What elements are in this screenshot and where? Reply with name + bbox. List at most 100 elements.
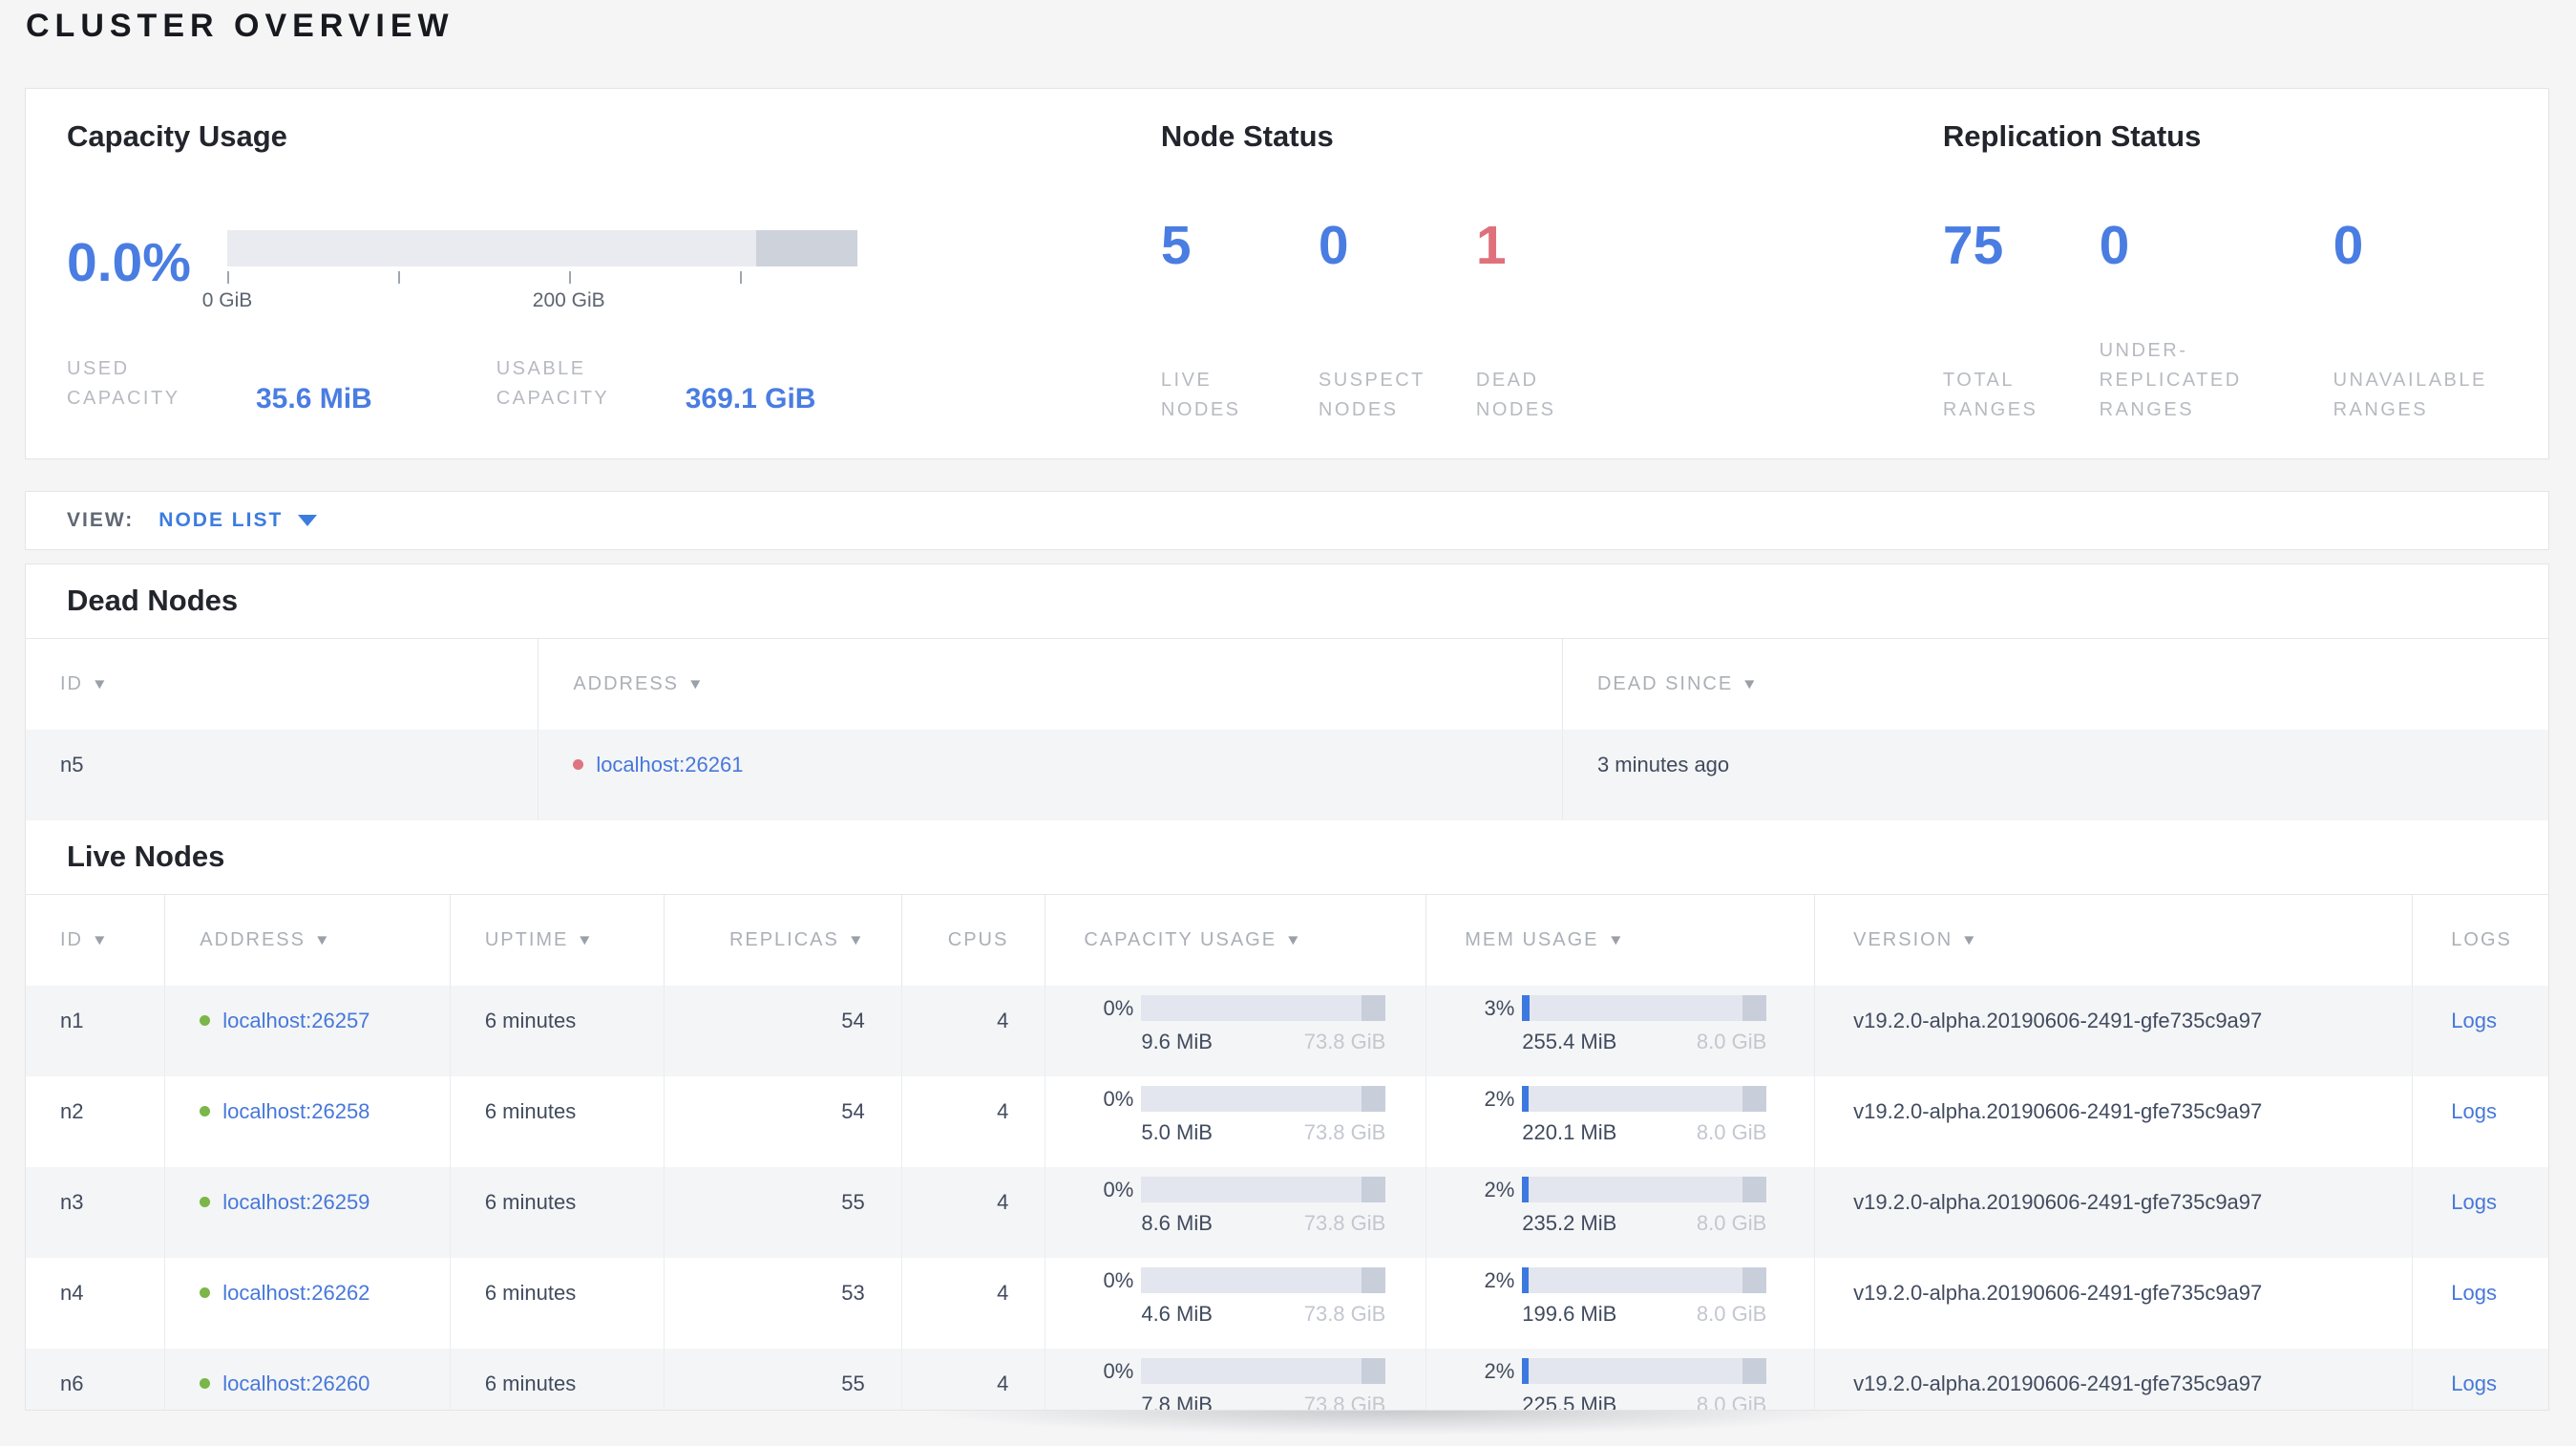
capacity-stats: USED CAPACITY 35.6 MiB USABLE CAPACITY 3…: [67, 354, 816, 415]
node-replicas: 55: [664, 1167, 900, 1258]
live-col-header-version[interactable]: VERSION ▼: [1814, 895, 2412, 986]
dead-node-address-cell: localhost:26261: [538, 730, 1562, 820]
live-status-dot-icon: [200, 1378, 211, 1389]
live-col-header-mem-usage[interactable]: MEM USAGE ▼: [1425, 895, 1814, 986]
total-ranges-label: TOTAL RANGES: [1942, 370, 2038, 420]
logs-link[interactable]: Logs: [2451, 1190, 2497, 1215]
node-replicas: 54: [664, 1076, 900, 1167]
node-status-stats: 5 LIVE NODES 0 SUSPECT NODES 1 DEAD NODE…: [1161, 219, 1943, 425]
sort-desc-icon: ▼: [1607, 932, 1626, 948]
node-address-link[interactable]: localhost:26262: [222, 1281, 370, 1306]
capacity-total-value: 73.8 GiB: [1303, 1211, 1386, 1235]
live-status-dot-icon: [200, 1015, 211, 1026]
mem-usage-bar-reserved-segment: [1742, 1358, 1767, 1384]
node-address-link[interactable]: localhost:26260: [222, 1372, 370, 1396]
node-address-link[interactable]: localhost:26257: [222, 1009, 370, 1033]
node-address-cell: localhost:26262: [164, 1258, 450, 1349]
capacity-gauge: 0.0% 0 GiB 200 GiB: [67, 230, 857, 316]
node-version: v19.2.0-alpha.20190606-2491-gfe735c9a97: [1814, 1076, 2412, 1167]
node-logs-cell: Logs: [2412, 986, 2548, 1076]
dead-nodes-label: DEAD NODES: [1475, 370, 1556, 420]
node-logs-cell: Logs: [2412, 1349, 2548, 1410]
capacity-usage-bar-reserved-segment: [1361, 1358, 1386, 1384]
capacity-usage-section: Capacity Usage 0.0% 0 GiB 200 GiB USED CA…: [26, 89, 1161, 458]
sort-desc-icon: ▼: [91, 932, 111, 948]
mem-usage-bar-track: [1522, 1177, 1767, 1202]
dead-nodes-stat: 1 DEAD NODES: [1476, 219, 1634, 425]
dead-node-address-link[interactable]: localhost:26261: [596, 753, 743, 777]
mem-percent: 2%: [1484, 1086, 1515, 1111]
mem-used-value: 220.1 MiB: [1522, 1120, 1617, 1144]
mem-usage-bar-fill: [1522, 1086, 1529, 1112]
node-version: v19.2.0-alpha.20190606-2491-gfe735c9a97: [1814, 1167, 2412, 1258]
sort-desc-icon: ▼: [577, 932, 596, 948]
live-nodes-heading: Live Nodes: [67, 840, 225, 873]
chevron-down-icon: [298, 515, 318, 526]
node-cpus: 4: [900, 1076, 1045, 1167]
capacity-total-value: 73.8 GiB: [1303, 1030, 1386, 1053]
node-status-section: Node Status 5 LIVE NODES 0 SUSPECT NODES…: [1161, 89, 1943, 458]
logs-link[interactable]: Logs: [2451, 1281, 2497, 1306]
suspect-nodes-stat: 0 SUSPECT NODES: [1319, 219, 1476, 425]
axis-tick-icon: [227, 271, 229, 284]
node-cpus: 4: [900, 1167, 1045, 1258]
dead-col-header-id[interactable]: ID ▼: [26, 639, 538, 730]
dead-nodes-heading: Dead Nodes: [67, 584, 239, 617]
node-uptime: 6 minutes: [449, 1349, 665, 1410]
node-mem-usage-cell: 2% 235.2 MiB 8.0 GiB: [1425, 1167, 1814, 1258]
node-address-link[interactable]: localhost:26258: [222, 1099, 370, 1124]
live-status-dot-icon: [200, 1287, 211, 1298]
usable-capacity-stat: USABLE CAPACITY 369.1 GiB: [496, 354, 816, 415]
capacity-usage-bar-track: [1141, 995, 1386, 1021]
node-mem-usage-cell: 3% 255.4 MiB 8.0 GiB: [1425, 986, 1814, 1076]
logs-link[interactable]: Logs: [2451, 1099, 2497, 1124]
mem-percent: 2%: [1484, 1177, 1515, 1201]
mem-used-value: 255.4 MiB: [1522, 1030, 1617, 1053]
page-title: CLUSTER OVERVIEW: [26, 8, 454, 44]
capacity-usage-bar-reserved-segment: [1361, 1086, 1386, 1112]
node-id: n6: [60, 1372, 84, 1395]
replication-status-title: Replication Status: [1942, 119, 2202, 153]
mem-usage-bar-reserved-segment: [1742, 1177, 1767, 1202]
live-col-header-cpus[interactable]: CPUS: [900, 895, 1045, 986]
node-replicas: 55: [664, 1349, 900, 1410]
node-status-title: Node Status: [1160, 119, 1334, 153]
capacity-total-value: 73.8 GiB: [1303, 1302, 1386, 1326]
axis-tick-icon: [739, 271, 742, 284]
view-selector-dropdown[interactable]: NODE LIST: [158, 509, 318, 532]
dead-col-header-dead-since[interactable]: DEAD SINCE ▼: [1561, 639, 2548, 730]
mem-total-value: 8.0 GiB: [1696, 1393, 1767, 1411]
mem-usage-bar-track: [1522, 1358, 1767, 1384]
capacity-used-value: 8.6 MiB: [1141, 1211, 1213, 1235]
node-cpus: 4: [900, 986, 1045, 1076]
capacity-percent: 0%: [1103, 995, 1134, 1020]
node-logs-cell: Logs: [2412, 1076, 2548, 1167]
capacity-axis: 0 GiB 200 GiB: [202, 266, 857, 316]
capacity-total-value: 73.8 GiB: [1303, 1120, 1386, 1144]
capacity-used-value: 9.6 MiB: [1141, 1030, 1213, 1053]
node-cpus: 4: [900, 1349, 1045, 1410]
suspect-nodes-count: 0: [1318, 215, 1349, 276]
mem-percent: 3%: [1484, 995, 1515, 1020]
live-col-header-replicas[interactable]: REPLICAS ▼: [664, 895, 900, 986]
capacity-bar-reserved-segment: [756, 230, 857, 266]
live-nodes-stat: 5 LIVE NODES: [1161, 219, 1319, 425]
live-col-header-id[interactable]: ID ▼: [26, 895, 164, 986]
mem-usage-bar-reserved-segment: [1742, 995, 1767, 1021]
node-address-link[interactable]: localhost:26259: [222, 1190, 370, 1215]
mem-percent: 2%: [1484, 1358, 1515, 1383]
logs-link[interactable]: Logs: [2451, 1009, 2497, 1033]
node-id: n2: [60, 1099, 84, 1123]
replication-status-section: Replication Status 75 TOTAL RANGES 0 UND…: [1943, 89, 2548, 458]
dead-col-header-address[interactable]: ADDRESS ▼: [538, 639, 1562, 730]
sort-desc-icon: ▼: [686, 676, 707, 692]
capacity-percent-value: 0.0%: [67, 232, 191, 293]
node-address-cell: localhost:26257: [164, 986, 450, 1076]
mem-usage-bar-reserved-segment: [1742, 1086, 1767, 1112]
logs-link[interactable]: Logs: [2451, 1372, 2497, 1396]
live-col-header-capacity-usage[interactable]: CAPACITY USAGE ▼: [1045, 895, 1425, 986]
sort-desc-icon: ▼: [1741, 676, 1761, 692]
live-col-header-address[interactable]: ADDRESS ▼: [164, 895, 450, 986]
mem-usage-bar-fill: [1522, 1267, 1529, 1293]
live-col-header-uptime[interactable]: UPTIME ▼: [449, 895, 665, 986]
